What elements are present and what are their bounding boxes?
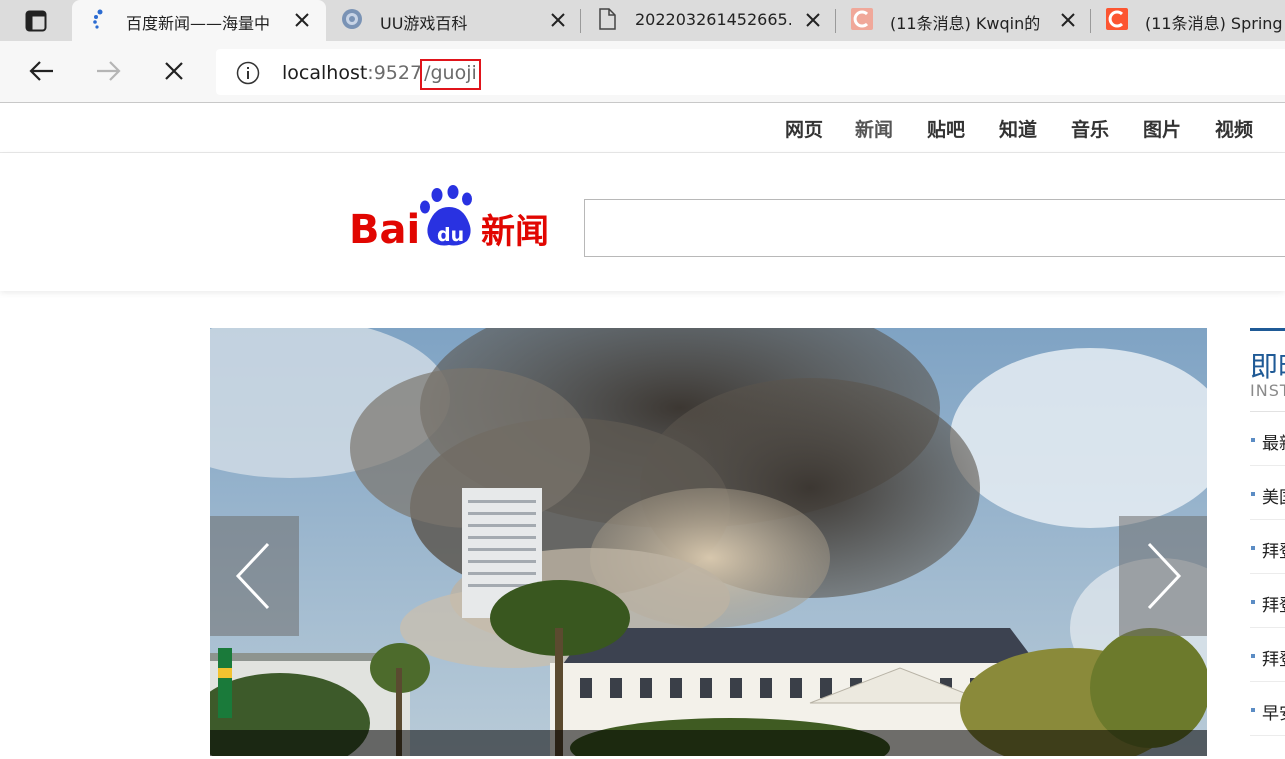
tab-title: 百度新闻——海量中 <box>126 14 271 33</box>
uu-favicon <box>342 9 362 29</box>
csdn-favicon <box>851 8 873 30</box>
carousel-caption-bar <box>210 730 1207 756</box>
logo-latin: Bai <box>349 207 420 253</box>
stop-icon[interactable] <box>158 55 190 87</box>
news-link[interactable]: 早安 <box>1262 699 1285 724</box>
baidu-news-logo[interactable]: Bai du 新闻 <box>349 183 559 253</box>
close-icon[interactable] <box>294 12 310 28</box>
tab-title: (11条消息) Spring <box>1145 14 1283 33</box>
list-item[interactable]: 拜登 <box>1250 628 1285 682</box>
nav-link-tieba[interactable]: 贴吧 <box>927 115 965 142</box>
instant-news-list: 最新 美国 拜登 拜登 拜登 早安 <box>1250 412 1285 736</box>
search-input[interactable] <box>584 199 1285 257</box>
tab-csdn-spring[interactable]: (11条消息) Spring <box>1091 0 1285 41</box>
news-link[interactable]: 美国 <box>1262 483 1285 508</box>
tab-title: UU游戏百科 <box>380 14 468 33</box>
chevron-right-icon <box>1147 542 1182 610</box>
list-item[interactable]: 美国 <box>1250 466 1285 520</box>
list-item[interactable]: 拜登 <box>1250 520 1285 574</box>
tab-actions-button[interactable] <box>0 0 70 41</box>
bullet-icon <box>1251 438 1255 442</box>
top-nav: 网页 新闻 贴吧 知道 音乐 图片 视频 <box>0 103 1285 153</box>
url-host: localhost <box>282 62 368 84</box>
csdn-favicon <box>1106 8 1128 30</box>
carousel-next-button[interactable] <box>1119 516 1207 636</box>
nav-link-images[interactable]: 图片 <box>1143 115 1181 142</box>
news-link[interactable]: 拜登 <box>1262 537 1285 562</box>
info-icon[interactable] <box>236 61 260 85</box>
carousel-prev-button[interactable] <box>210 516 299 636</box>
url-path-highlight: /guoji <box>420 59 481 90</box>
list-item[interactable]: 最新 <box>1250 412 1285 466</box>
nav-link-zhidao[interactable]: 知道 <box>999 115 1037 142</box>
tab-title: 202203261452665.p <box>635 10 791 29</box>
instant-subtitle: INSTANT <box>1250 381 1285 400</box>
address-bar[interactable]: localhost:9527/guoji <box>216 49 1285 95</box>
baidu-news-favicon <box>93 9 103 29</box>
nav-link-music[interactable]: 音乐 <box>1071 115 1109 142</box>
url-port: :9527 <box>367 62 423 84</box>
chevron-left-icon <box>235 542 270 610</box>
file-icon <box>599 8 616 30</box>
logo-chinese: 新闻 <box>481 212 549 252</box>
close-icon[interactable] <box>550 12 566 28</box>
news-link[interactable]: 拜登 <box>1262 645 1285 670</box>
tab-title: (11条消息) Kwqin的 <box>890 14 1041 33</box>
bullet-icon <box>1251 600 1255 604</box>
tab-csdn-kwqin[interactable]: (11条消息) Kwqin的 <box>836 0 1090 41</box>
news-link[interactable]: 拜登 <box>1262 591 1285 616</box>
logo-paw-text: du <box>437 224 464 246</box>
tab-baidu-news[interactable]: 百度新闻——海量中 <box>72 0 326 41</box>
page-header: Bai du 新闻 <box>0 153 1285 291</box>
browser-toolbar: localhost:9527/guoji <box>0 41 1285 103</box>
bullet-icon <box>1251 708 1255 712</box>
url-text[interactable]: localhost:9527/guoji <box>282 59 481 90</box>
nav-link-web[interactable]: 网页 <box>785 115 823 142</box>
news-link[interactable]: 最新 <box>1262 429 1285 454</box>
instant-news-panel: 即时 INSTANT 最新 美国 拜登 拜登 拜登 早安 <box>1250 328 1285 759</box>
image-carousel[interactable] <box>210 328 1207 756</box>
close-icon[interactable] <box>1060 12 1076 28</box>
bullet-icon <box>1251 546 1255 550</box>
bullet-icon <box>1251 492 1255 496</box>
tab-strip: 百度新闻——海量中 UU游戏百科 202203261452665.p (11条消… <box>0 0 1285 41</box>
forward-icon[interactable] <box>92 55 124 87</box>
instant-title: 即时 <box>1250 350 1285 383</box>
nav-link-video[interactable]: 视频 <box>1215 115 1253 142</box>
tab-actions-icon <box>25 10 47 32</box>
carousel-photo <box>210 328 1207 756</box>
bullet-icon <box>1251 654 1255 658</box>
back-icon[interactable] <box>26 55 58 87</box>
list-item[interactable]: 拜登 <box>1250 574 1285 628</box>
nav-link-news[interactable]: 新闻 <box>855 115 893 142</box>
tab-image-file[interactable]: 202203261452665.p <box>581 0 835 41</box>
list-item[interactable]: 早安 <box>1250 682 1285 736</box>
close-icon[interactable] <box>805 12 821 28</box>
tab-uu-game[interactable]: UU游戏百科 <box>326 0 580 41</box>
